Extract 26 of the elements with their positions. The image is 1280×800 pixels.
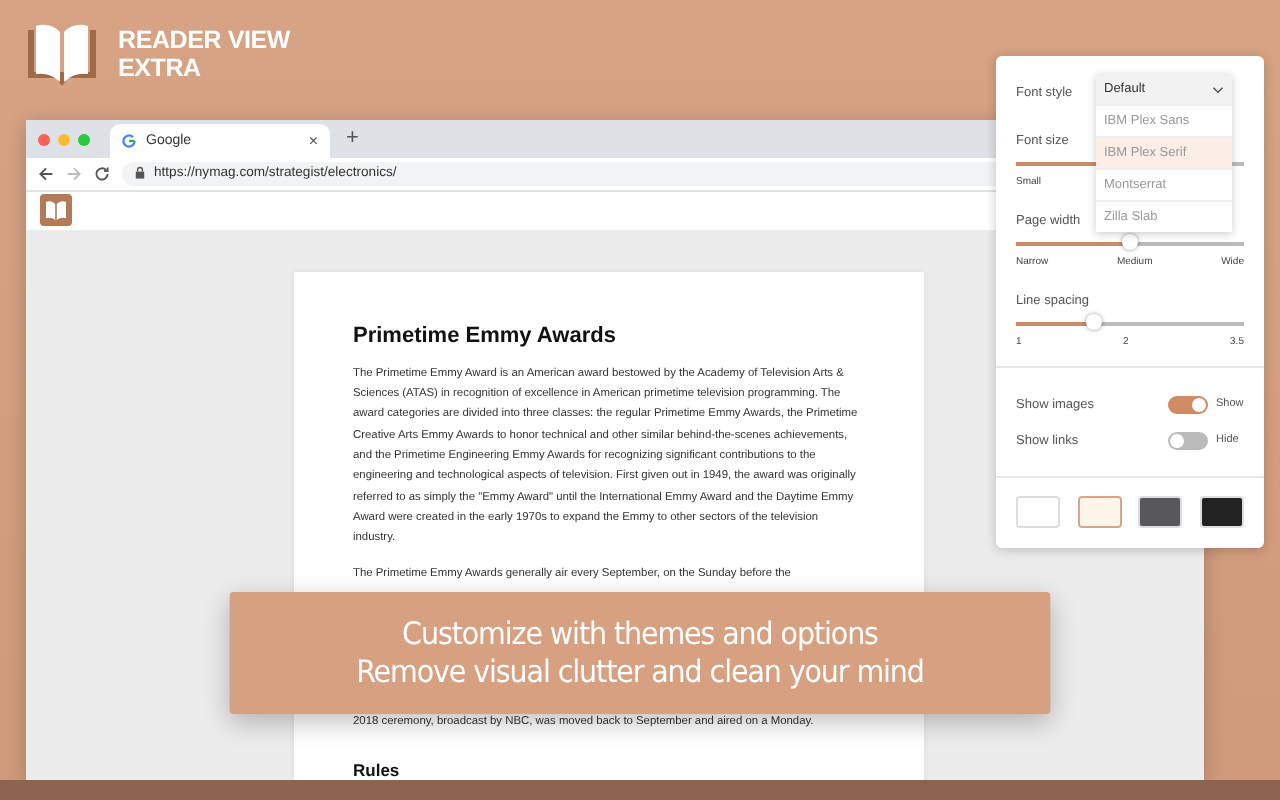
banner-text: Remove visual clutter and clean your mind xyxy=(356,653,924,691)
g-logo-icon xyxy=(122,133,136,148)
back-arrow-icon[interactable] xyxy=(38,165,54,182)
open-book-icon xyxy=(26,20,98,88)
theme-swatch[interactable] xyxy=(1138,496,1183,528)
banner-text: Customize with themes and options xyxy=(402,615,878,653)
forward-arrow-icon[interactable] xyxy=(66,165,82,182)
slider-thumb[interactable] xyxy=(1122,234,1138,250)
open-book-icon[interactable] xyxy=(40,194,72,227)
article-title: Primetime Emmy Awards xyxy=(353,323,618,348)
theme-swatch[interactable] xyxy=(1199,496,1244,528)
tab-close-button[interactable]: × xyxy=(308,131,318,150)
brand-title: READER VIEW xyxy=(118,26,291,54)
theme-swatch[interactable] xyxy=(1077,496,1122,528)
theme-swatch[interactable] xyxy=(1016,496,1060,528)
maximize-window-icon[interactable] xyxy=(78,133,90,146)
toggle-switch[interactable] xyxy=(1168,431,1208,449)
close-window-icon[interactable] xyxy=(38,133,50,146)
lock-icon xyxy=(134,166,146,181)
slider-thumb[interactable] xyxy=(1085,314,1102,330)
brand-title: EXTRA xyxy=(118,54,203,82)
new-tab-button[interactable]: + xyxy=(330,123,375,158)
toggle-switch[interactable] xyxy=(1168,395,1208,413)
reload-icon[interactable] xyxy=(94,165,110,182)
chevron-down-icon xyxy=(1212,85,1224,93)
article-heading: Rules xyxy=(353,760,402,780)
